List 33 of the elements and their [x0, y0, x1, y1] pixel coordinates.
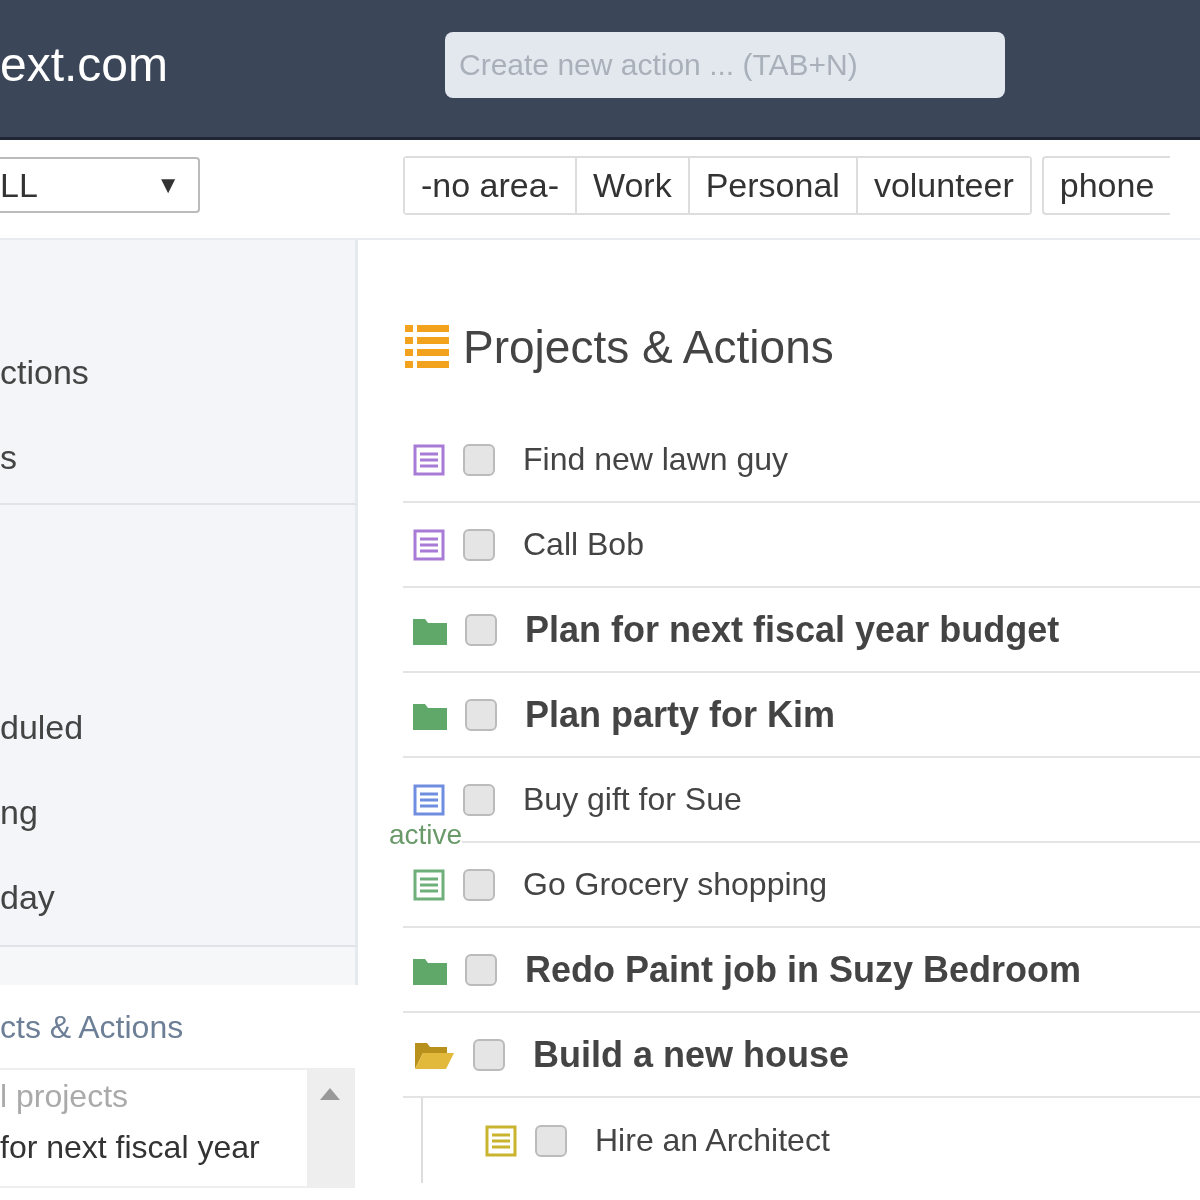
scroll-up-icon[interactable] [320, 1088, 340, 1100]
area-select[interactable]: LL ▼ [0, 157, 200, 213]
action-title[interactable]: Buy gift for Sue [523, 781, 742, 818]
checkbox[interactable] [465, 613, 497, 646]
checkbox[interactable] [463, 528, 495, 561]
action-title[interactable]: Find new lawn guy [523, 441, 789, 478]
action-title[interactable]: Call Bob [523, 526, 644, 563]
checkbox[interactable] [463, 443, 495, 476]
checkbox[interactable] [465, 698, 497, 731]
logo-text: ext.com [0, 37, 170, 92]
project-title[interactable]: Plan party for Kim [525, 693, 836, 736]
action-title[interactable]: Hire an Architect [595, 1122, 830, 1159]
sidebar-item[interactable]: s [0, 438, 355, 477]
checkbox[interactable] [535, 1124, 567, 1157]
checkbox[interactable] [465, 953, 497, 986]
project-title[interactable]: Redo Paint job in Suzy Bedroom [525, 948, 1082, 991]
search-field[interactable]: Create new action ... (TAB+N) [445, 31, 1005, 98]
area-tab[interactable]: -no area- [405, 157, 577, 213]
sidebar-item[interactable]: ng [0, 793, 355, 832]
project-title[interactable]: Plan for next fiscal year budget [525, 608, 1060, 651]
section-title[interactable]: cts & Actions [0, 1009, 358, 1046]
list-icon [403, 323, 451, 371]
checkbox[interactable] [463, 783, 495, 816]
sidebar-item[interactable]: ctions [0, 353, 355, 392]
checkbox[interactable] [473, 1038, 505, 1071]
area-tab[interactable]: phone [1041, 155, 1171, 215]
list-item[interactable]: for next fiscal year [0, 1129, 307, 1166]
sidebar-item[interactable]: day [0, 878, 355, 917]
sidebar-item[interactable]: duled [0, 708, 355, 747]
project-title[interactable]: Build a new house [533, 1033, 850, 1076]
page-title: Projects & Actions [463, 320, 834, 374]
action-title[interactable]: Go Grocery shopping [523, 866, 828, 903]
checkbox[interactable] [463, 868, 495, 901]
